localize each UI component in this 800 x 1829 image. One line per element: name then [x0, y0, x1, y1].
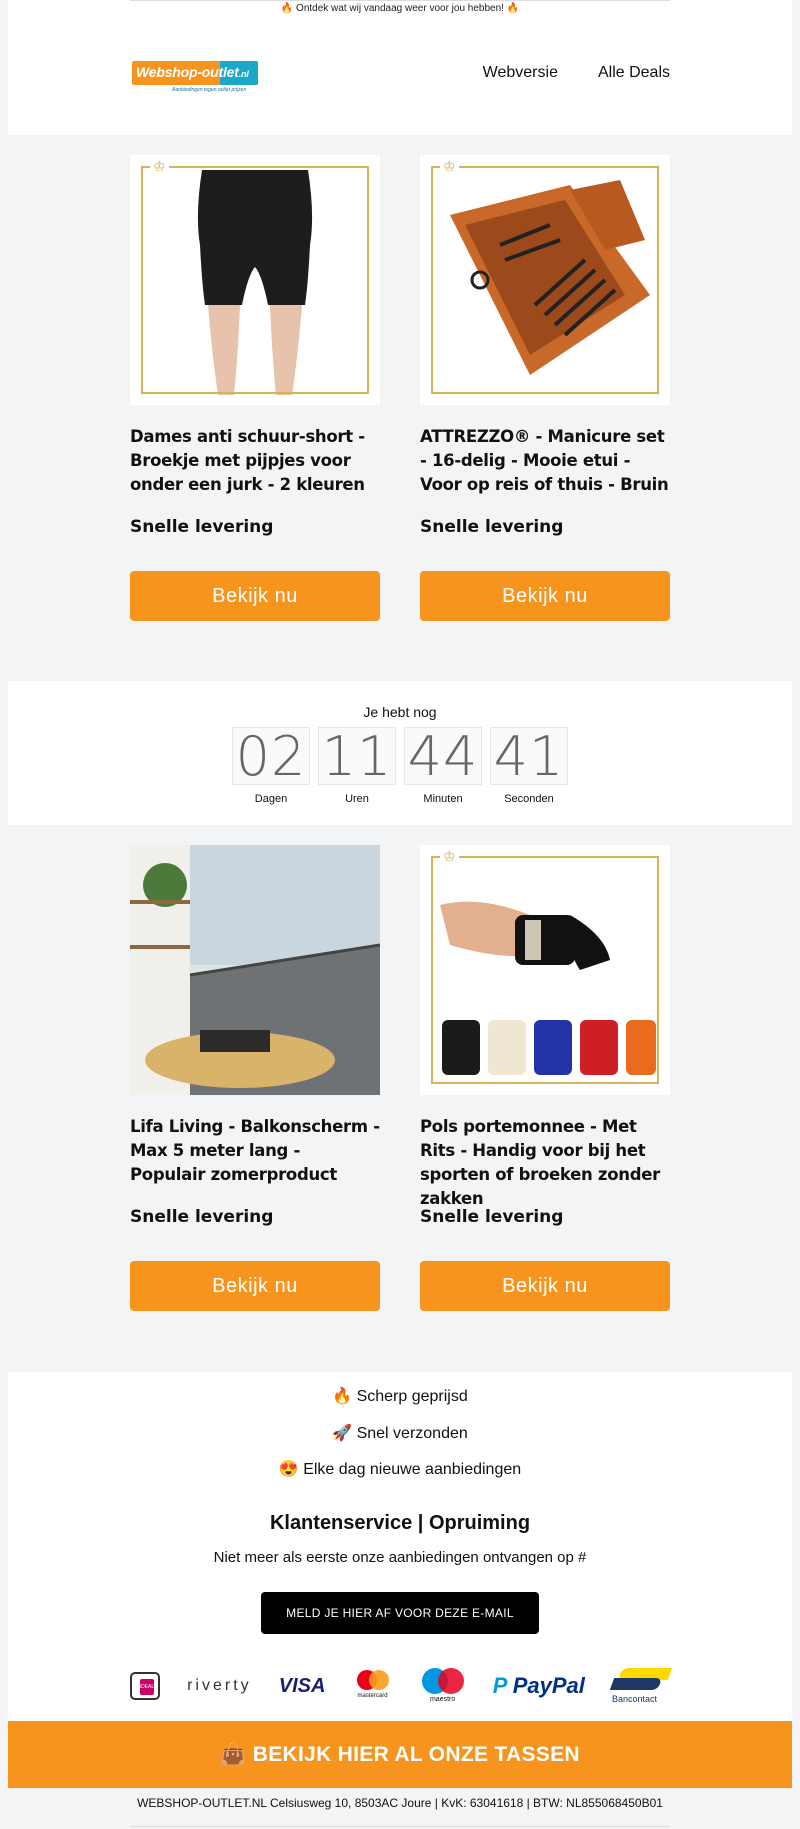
usp-service-section: 🔥 Scherp geprijsd 🚀 Snel verzonden 😍 Elk… — [8, 1372, 792, 1721]
bekijk-nu-button[interactable]: Bekijk nu — [420, 1261, 670, 1311]
countdown-seconds: 41 Seconden — [490, 727, 568, 805]
hours-label: Uren — [345, 793, 369, 805]
unsubscribe-text: Niet meer als eerste onze aanbiedingen o… — [213, 1549, 587, 1566]
crown-icon: ♔ — [440, 849, 459, 863]
nav-webversie-link[interactable]: Webversie — [483, 64, 558, 82]
product-title[interactable]: Lifa Living - Balkonscherm - Max 5 meter… — [130, 1115, 380, 1187]
product-image[interactable] — [130, 845, 380, 1095]
logo-text: Webshop-outlet.nl — [136, 64, 249, 80]
countdown-heading: Je hebt nog — [363, 704, 437, 720]
countdown-minutes: 44 Minuten — [404, 727, 482, 805]
minutes-value: 44 — [404, 727, 482, 786]
logo-tagline: Aanbiedingen tegen outlet prijzen — [172, 87, 247, 93]
bekijk-nu-button[interactable]: Bekijk nu — [130, 571, 380, 621]
delivery-label: Snelle levering — [130, 517, 274, 537]
product-card: Lifa Living - Balkonscherm - Max 5 meter… — [130, 845, 380, 1311]
product-title[interactable]: ATTREZZO® - Manicure set - 16-delig - Mo… — [420, 425, 670, 497]
frame-border — [431, 856, 659, 1084]
product-title[interactable]: Dames anti schuur-short - Broekje met pi… — [130, 425, 380, 497]
usp-item: 🔥 Scherp geprijsd — [332, 1388, 468, 1405]
crown-icon: ♔ — [150, 159, 169, 173]
paypal-icon: P PayPal — [492, 1673, 585, 1698]
usp-item: 🚀 Snel verzonden — [332, 1425, 468, 1442]
payment-methods: iDEAL riverty VISA mastercard maestro P … — [130, 1662, 673, 1710]
delivery-label: Snelle levering — [420, 517, 564, 537]
product-card: ♔ Pols portemonnee - Met Rits - Handig v… — [420, 845, 670, 1311]
shop-bags-cta-banner[interactable]: 👜 BEKIJK HIER AL ONZE TASSEN — [8, 1721, 792, 1788]
product-card: ♔ Dames anti schuur-short - Broekje met … — [130, 155, 380, 621]
visa-icon: VISA — [278, 1674, 326, 1697]
crown-icon: ♔ — [440, 159, 459, 173]
footer-divider — [130, 1826, 670, 1827]
seconds-label: Seconden — [504, 793, 554, 805]
nav-alle-deals-link[interactable]: Alle Deals — [598, 64, 670, 82]
countdown-days: 02 Dagen — [232, 727, 310, 805]
seconds-value: 41 — [490, 727, 568, 786]
bekijk-nu-button[interactable]: Bekijk nu — [130, 1261, 380, 1311]
bekijk-nu-button[interactable]: Bekijk nu — [420, 571, 670, 621]
countdown-section: Je hebt nog 02 Dagen 11 Uren 44 Minuten … — [8, 681, 792, 825]
countdown-hours: 11 Uren — [318, 727, 396, 805]
days-value: 02 — [232, 727, 310, 786]
usp-item: 😍 Elke dag nieuwe aanbiedingen — [278, 1461, 522, 1478]
header-nav: Webversie Alle Deals — [483, 64, 670, 82]
product-title[interactable]: Pols portemonnee - Met Rits - Handig voo… — [420, 1115, 670, 1211]
product-image[interactable]: ♔ — [420, 845, 670, 1095]
webshop-outlet-logo[interactable]: Webshop-outlet.nl Aanbiedingen tegen out… — [132, 57, 260, 95]
preheader-text: 🔥 Ontdek wat wij vandaag weer voor jou h… — [130, 0, 670, 16]
riverty-icon: riverty — [187, 1677, 252, 1694]
unsubscribe-button[interactable]: MELD JE HIER AF VOOR DEZE E-MAIL — [261, 1592, 539, 1634]
balcony-screen-photo — [130, 845, 380, 1095]
email-header: 🔥 Ontdek wat wij vandaag weer voor jou h… — [8, 0, 792, 135]
delivery-label: Snelle levering — [130, 1207, 274, 1227]
frame-border — [141, 166, 369, 394]
delivery-label: Snelle levering — [420, 1207, 564, 1227]
hours-value: 11 — [318, 727, 396, 786]
bancontact-icon: Bancontact — [609, 1666, 673, 1706]
frame-border — [431, 166, 659, 394]
product-image[interactable]: ♔ — [420, 155, 670, 405]
countdown-timer: 02 Dagen 11 Uren 44 Minuten 41 Seconden — [232, 727, 568, 805]
maestro-icon: maestro — [420, 1666, 466, 1706]
ideal-icon: iDEAL — [130, 1672, 160, 1700]
product-image[interactable]: ♔ — [130, 155, 380, 405]
mastercard-icon: mastercard — [353, 1668, 393, 1704]
product-card: ♔ ATTREZZO® - Manicure set - 16-delig - … — [420, 155, 670, 621]
service-title: Klantenservice | Opruiming — [269, 1512, 531, 1534]
minutes-label: Minuten — [423, 793, 463, 805]
days-label: Dagen — [254, 793, 288, 805]
footer-address: WEBSHOP-OUTLET.NL Celsiusweg 10, 8503AC … — [137, 1796, 663, 1810]
